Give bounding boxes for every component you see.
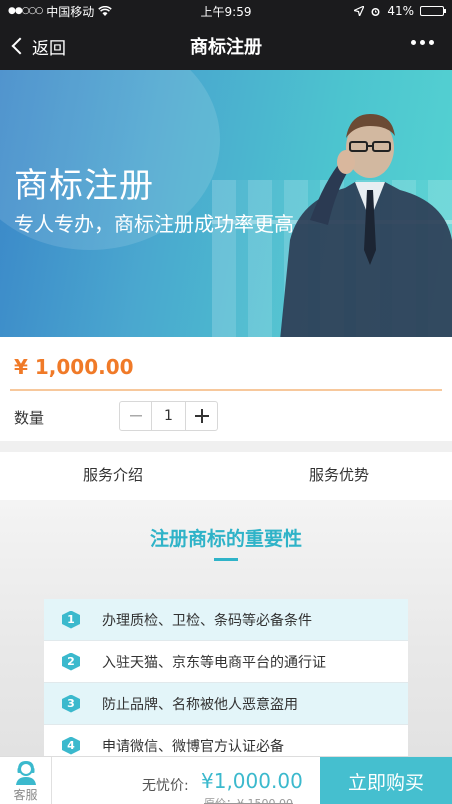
list-item-text: 防止品牌、名称被他人恶意盗用 [102, 696, 298, 713]
page-title: 商标注册 [190, 37, 262, 58]
number-badge: 2 [62, 652, 80, 671]
plus-icon [194, 409, 209, 423]
minus-icon [129, 415, 142, 417]
location-icon [354, 6, 365, 16]
list-item-text: 办理质检、卫检、条码等必备条件 [102, 612, 312, 629]
tab-service-intro[interactable]: 服务介绍 [0, 452, 226, 502]
status-right: 41% [354, 4, 446, 18]
status-bar: ●●○○○ 中国移动 上午9:59 41% [0, 0, 452, 22]
bottom-action-bar: 客服 无忧价: ¥1,000.00 原价：¥ 1500.00 立即购买 [0, 756, 452, 804]
final-price-label: 无忧价: [142, 778, 189, 794]
alarm-icon [370, 6, 381, 17]
buy-now-button[interactable]: 立即购买 [320, 757, 452, 804]
customer-service-icon [15, 760, 36, 785]
number-badge: 3 [62, 694, 80, 713]
list-item-text: 申请微信、微博官方认证必备 [102, 738, 284, 755]
list-item: 3 防止品牌、名称被他人恶意盗用 [44, 683, 408, 725]
quantity-stepper [119, 401, 218, 431]
product-price: ¥ 1,000.00 [14, 355, 134, 379]
increase-quantity-button[interactable] [185, 402, 217, 430]
list-item: 2 入驻天猫、京东等电商平台的通行证 [44, 641, 408, 683]
number-badge: 4 [62, 736, 80, 755]
title-underline [214, 558, 238, 561]
list-item-text: 入驻天猫、京东等电商平台的通行证 [102, 654, 326, 671]
banner-subtitle: 专人专办，商标注册成功率更高 [14, 212, 294, 236]
importance-list: 1 办理质检、卫检、条码等必备条件 2 入驻天猫、京东等电商平台的通行证 3 防… [44, 599, 408, 756]
detail-tabs: 服务介绍 服务优势 [0, 452, 452, 502]
quantity-label: 数量 [14, 409, 45, 427]
quantity-input[interactable] [152, 402, 185, 430]
decrease-quantity-button[interactable] [120, 402, 152, 430]
final-price-block: 无忧价: ¥1,000.00 原价：¥ 1500.00 [52, 757, 320, 804]
chevron-left-icon [11, 37, 29, 55]
number-badge: 1 [62, 610, 80, 629]
service-intro-content: 注册商标的重要性 1 办理质检、卫检、条码等必备条件 2 入驻天猫、京东等电商平… [0, 500, 452, 756]
back-label: 返回 [32, 38, 66, 59]
more-options-icon[interactable] [411, 40, 434, 45]
banner-title: 商标注册 [14, 166, 154, 206]
battery-icon [420, 6, 446, 16]
list-item: 4 申请微信、微博官方认证必备 [44, 725, 408, 756]
customer-service-label: 客服 [13, 788, 38, 802]
navigation-bar: 返回 商标注册 [0, 22, 452, 70]
hero-banner: 商标注册 专人专办，商标注册成功率更高 [0, 70, 452, 337]
battery-percent: 41% [387, 4, 414, 18]
price-divider [10, 389, 442, 391]
back-button[interactable]: 返回 [10, 22, 66, 70]
final-price: ¥1,000.00 [201, 769, 303, 793]
signal-icon: ●●○○○ [8, 6, 43, 16]
wifi-icon [98, 5, 113, 17]
section-title: 注册商标的重要性 [149, 528, 302, 550]
list-item: 1 办理质检、卫检、条码等必备条件 [44, 599, 408, 641]
original-price: 原价：¥ 1500.00 [204, 797, 293, 804]
customer-service-button[interactable]: 客服 [0, 757, 52, 804]
price-section: ¥ 1,000.00 数量 [0, 337, 452, 441]
businessman-image [280, 114, 452, 337]
tab-service-advantages[interactable]: 服务优势 [226, 452, 452, 500]
carrier-name: 中国移动 [46, 4, 95, 19]
